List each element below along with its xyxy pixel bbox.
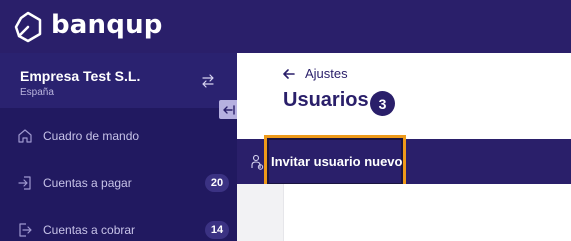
invite-user-label: Invitar usuario nuevo xyxy=(271,154,403,169)
company-name: Empresa Test S.L. xyxy=(20,68,141,84)
collapse-icon xyxy=(223,104,235,115)
users-table-area xyxy=(283,184,571,241)
back-link-label: Ajustes xyxy=(305,66,348,81)
company-switcher[interactable]: Empresa Test S.L. España xyxy=(0,53,237,108)
table-gutter xyxy=(237,184,283,241)
banqup-logo-icon xyxy=(14,11,42,43)
sidebar-item-accounts-payable[interactable]: Cuentas a pagar 20 xyxy=(0,163,237,203)
company-country: España xyxy=(20,87,54,98)
sidebar-item-accounts-receivable[interactable]: Cuentas a cobrar 14 xyxy=(0,210,237,241)
user-count-badge: 3 xyxy=(370,91,395,116)
sign-out-icon xyxy=(19,223,32,237)
brand-name: banqup xyxy=(51,10,163,40)
sidebar-item-label: Cuadro de mando xyxy=(43,129,140,143)
action-bar: Invitar usuario nuevo xyxy=(237,135,571,188)
count-badge: 14 xyxy=(205,221,229,239)
user-add-icon xyxy=(251,154,264,170)
top-bar: banqup xyxy=(0,0,571,53)
main-content: Ajustes Usuarios 3 Invitar usuario nuevo xyxy=(237,53,571,241)
arrow-left-icon xyxy=(283,68,295,79)
sidebar-item-dashboard[interactable]: Cuadro de mando xyxy=(0,116,237,156)
back-link[interactable]: Ajustes xyxy=(283,66,348,81)
sidebar-item-label: Cuentas a cobrar xyxy=(43,223,136,237)
switch-company-icon[interactable] xyxy=(200,73,216,89)
sidebar-item-label: Cuentas a pagar xyxy=(43,176,132,190)
sign-in-icon xyxy=(18,176,31,190)
count-badge: 20 xyxy=(205,174,229,192)
home-icon xyxy=(18,129,32,143)
invite-user-button[interactable]: Invitar usuario nuevo xyxy=(264,135,406,188)
page-title: Usuarios xyxy=(283,89,369,111)
sidebar: Empresa Test S.L. España Cuadro de mando… xyxy=(0,53,239,241)
